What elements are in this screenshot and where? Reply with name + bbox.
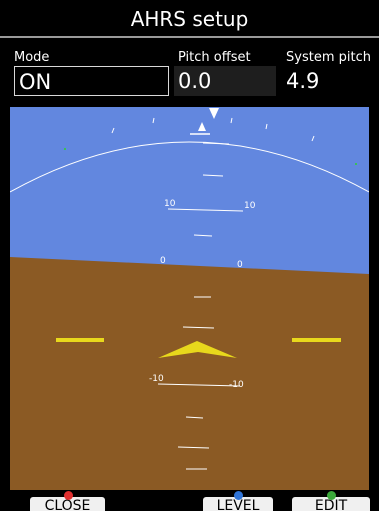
mode-label: Mode <box>14 50 50 65</box>
system-pitch-field: 4.9 <box>282 66 377 96</box>
pitch-offset-label: Pitch offset <box>178 50 251 65</box>
level-button[interactable]: LEVEL <box>203 491 273 511</box>
title-bar: AHRS setup <box>0 0 379 38</box>
pitch-offset-value: 0.0 <box>178 69 212 93</box>
roll-marker <box>355 163 357 165</box>
system-pitch-label: System pitch <box>286 50 371 65</box>
pitch-label-0-right: 0 <box>237 260 243 270</box>
system-pitch-value: 4.9 <box>286 69 320 93</box>
pitch-label-minus-10-right: -10 <box>229 380 244 390</box>
mode-value: ON <box>19 70 52 94</box>
close-indicator-icon <box>63 491 73 500</box>
ground <box>10 257 369 490</box>
pitch-offset-field[interactable]: 0.0 <box>174 66 276 96</box>
pitch-label-minus-10-left: -10 <box>149 374 164 384</box>
pitch-label-10-right: 10 <box>244 201 256 211</box>
edit-button[interactable]: EDIT <box>292 491 370 511</box>
pitch-label-0-left: 0 <box>160 256 166 266</box>
page-title: AHRS setup <box>130 7 249 31</box>
edit-indicator-icon <box>327 491 336 500</box>
pitch-label-10-left: 10 <box>164 199 176 209</box>
fields-panel: Mode ON Pitch offset 0.0 System pitch 4.… <box>0 40 379 106</box>
roll-marker <box>64 148 66 150</box>
left-wing-marker <box>56 338 104 342</box>
mode-field[interactable]: ON <box>14 66 169 96</box>
level-indicator-icon <box>234 491 243 500</box>
horizon-svg: 10 10 0 0 -10 -10 <box>10 107 369 490</box>
close-button[interactable]: CLOSE <box>30 491 105 511</box>
artificial-horizon: 10 10 0 0 -10 -10 <box>10 107 369 490</box>
right-wing-marker <box>292 338 341 342</box>
button-bar: CLOSE LEVEL EDIT <box>0 490 379 511</box>
